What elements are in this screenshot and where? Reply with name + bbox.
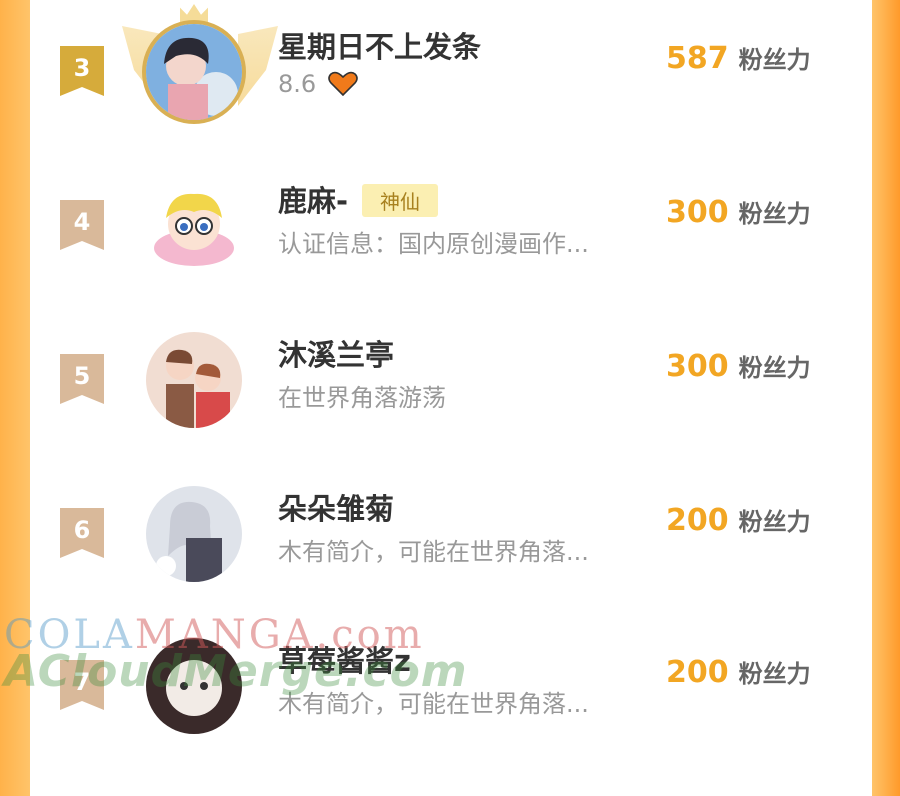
user-bio: 认证信息：国内原创漫画作... bbox=[278, 230, 589, 258]
score-value: 300 bbox=[666, 195, 729, 230]
leaderboard-row[interactable]: 6 朵朵雏菊 木有简介，可能在世界角落... 200 粉丝力 bbox=[30, 486, 872, 644]
rating-value: 8.6 bbox=[278, 70, 317, 98]
leaderboard-row[interactable]: 3 星期日不上发条 8.6 587 粉丝力 bbox=[30, 4, 872, 182]
user-name-text: 鹿麻- bbox=[278, 184, 349, 218]
crown-icon bbox=[180, 4, 208, 22]
score-value: 300 bbox=[666, 349, 729, 384]
avatar[interactable] bbox=[146, 178, 242, 274]
rank-badge: 3 bbox=[60, 46, 104, 96]
user-name[interactable]: 星期日不上发条 bbox=[278, 24, 481, 66]
avatar[interactable] bbox=[146, 638, 242, 734]
leaderboard-panel: 3 星期日不上发条 8.6 587 粉丝力 4 鹿麻- 神仙 认证信息：国内原创… bbox=[30, 0, 872, 734]
avatar[interactable] bbox=[146, 24, 242, 120]
fan-score: 200 粉丝力 bbox=[666, 654, 811, 690]
fan-score: 300 粉丝力 bbox=[666, 194, 811, 230]
score-value: 587 bbox=[666, 41, 729, 76]
fan-score: 300 粉丝力 bbox=[666, 348, 811, 384]
avatar[interactable] bbox=[146, 332, 242, 428]
fan-score: 200 粉丝力 bbox=[666, 502, 811, 538]
score-unit: 粉丝力 bbox=[738, 508, 811, 536]
user-name[interactable]: 鹿麻- 神仙 bbox=[278, 178, 439, 220]
leaderboard-row[interactable]: 4 鹿麻- 神仙 认证信息：国内原创漫画作... 300 粉丝力 bbox=[30, 178, 872, 336]
score-unit: 粉丝力 bbox=[738, 354, 811, 382]
score-value: 200 bbox=[666, 503, 729, 538]
avatar[interactable] bbox=[146, 486, 242, 582]
score-value: 200 bbox=[666, 655, 729, 690]
rank-badge: 7 bbox=[60, 660, 104, 710]
rank-badge: 4 bbox=[60, 200, 104, 250]
user-name[interactable]: 草莓酱酱z bbox=[278, 638, 411, 680]
score-unit: 粉丝力 bbox=[738, 46, 811, 74]
user-bio: 木有简介，可能在世界角落... bbox=[278, 538, 589, 566]
user-bio: 在世界角落游荡 bbox=[278, 384, 446, 412]
heart-icon bbox=[328, 71, 358, 96]
title-tag: 神仙 bbox=[362, 183, 439, 217]
score-unit: 粉丝力 bbox=[738, 660, 811, 688]
rank-badge: 6 bbox=[60, 508, 104, 558]
fan-score: 587 粉丝力 bbox=[666, 40, 811, 76]
wing-right-decoration bbox=[238, 26, 278, 106]
rank-badge: 5 bbox=[60, 354, 104, 404]
user-name[interactable]: 沐溪兰亭 bbox=[278, 332, 394, 374]
leaderboard-row[interactable]: 7 草莓酱酱z 木有简介，可能在世界角落... 200 粉丝力 bbox=[30, 638, 872, 796]
leaderboard-row[interactable]: 5 沐溪兰亭 在世界角落游荡 300 粉丝力 bbox=[30, 332, 872, 490]
score-unit: 粉丝力 bbox=[738, 200, 811, 228]
user-name[interactable]: 朵朵雏菊 bbox=[278, 486, 394, 528]
user-rating: 8.6 bbox=[278, 70, 358, 98]
